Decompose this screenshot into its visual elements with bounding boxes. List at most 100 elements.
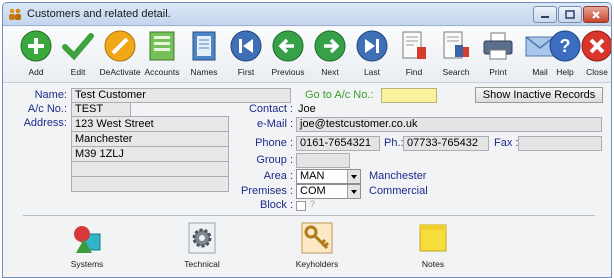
- last-record-icon: [356, 30, 388, 62]
- premises-name: Commercial: [369, 185, 428, 197]
- name-field[interactable]: Test Customer: [71, 88, 291, 103]
- technical-label: Technical: [184, 259, 220, 269]
- maximize-icon: [565, 10, 575, 19]
- address-box: 123 West Street Manchester M39 1ZLJ: [71, 116, 229, 192]
- first-record-icon: [230, 30, 262, 62]
- show-inactive-button[interactable]: Show Inactive Records: [475, 87, 603, 103]
- address-line-2[interactable]: Manchester: [71, 131, 229, 147]
- title-bar: Customers and related detail.: [3, 3, 611, 26]
- printer-icon: [483, 32, 513, 60]
- window-title: Customers and related detail.: [27, 8, 171, 20]
- minimize-icon: [541, 15, 549, 18]
- systems-shapes-icon: [74, 226, 101, 253]
- next-record-icon: [314, 30, 346, 62]
- ph-field[interactable]: 07733-765432: [403, 136, 489, 151]
- acno-field[interactable]: TEST: [71, 102, 131, 117]
- search-icon: [443, 31, 469, 59]
- phone-label: Phone :: [255, 137, 293, 149]
- names-label: Names: [190, 67, 218, 77]
- edit-button[interactable]: Edit: [58, 29, 98, 81]
- area-name: Manchester: [369, 170, 427, 182]
- names-button[interactable]: Names: [184, 29, 224, 81]
- keyholders-button[interactable]: Keyholders: [285, 221, 349, 277]
- toolbar: Add Edit DeActivate Accounts Names First…: [3, 27, 611, 83]
- print-label: Print: [489, 67, 507, 77]
- last-label: Last: [363, 67, 381, 77]
- fax-label: Fax :: [494, 137, 519, 149]
- find-icon: [402, 31, 426, 59]
- sticky-note-icon: [419, 224, 447, 252]
- keyholders-label: Keyholders: [295, 259, 339, 269]
- related-buttons: Systems Technical Keyholders Notes: [3, 217, 611, 277]
- accounts-button[interactable]: Accounts: [142, 29, 182, 81]
- previous-button[interactable]: Previous: [268, 29, 308, 81]
- ph-label: Ph.:: [384, 137, 404, 149]
- minimize-button[interactable]: [533, 6, 557, 23]
- help-label: Help: [556, 67, 574, 77]
- area-label: Area :: [263, 170, 293, 182]
- notebook-icon: [192, 31, 216, 61]
- accounts-label: Accounts: [144, 67, 180, 77]
- email-label: e-Mail :: [256, 118, 293, 130]
- next-button[interactable]: Next: [310, 29, 350, 81]
- goto-field[interactable]: [381, 88, 437, 103]
- address-line-5[interactable]: [71, 176, 229, 192]
- customers-window: Customers and related detail. Add Edit D…: [2, 2, 612, 278]
- email-field[interactable]: joe@testcustomer.co.uk: [296, 117, 602, 132]
- first-label: First: [237, 67, 255, 77]
- group-label: Group :: [256, 154, 293, 166]
- address-line-1[interactable]: 123 West Street: [71, 116, 229, 132]
- close-button[interactable]: Close: [577, 29, 611, 81]
- add-button[interactable]: Add: [16, 29, 56, 81]
- address-line-3[interactable]: M39 1ZLJ: [71, 146, 229, 162]
- first-button[interactable]: First: [226, 29, 266, 81]
- name-label: Name:: [34, 89, 67, 101]
- contact-label: Contact :: [248, 103, 293, 115]
- deactivate-button[interactable]: DeActivate: [99, 29, 141, 81]
- premises-code: COM: [300, 185, 326, 197]
- ledger-icon: [149, 31, 175, 61]
- close-icon: [592, 10, 600, 19]
- area-dropdown[interactable]: MAN: [296, 169, 361, 184]
- find-label: Find: [405, 67, 423, 77]
- svg-text:?: ?: [560, 36, 571, 56]
- previous-label: Previous: [271, 67, 305, 77]
- deactivate-icon: [104, 30, 136, 62]
- edit-label: Edit: [70, 67, 86, 77]
- address-line-4[interactable]: [71, 161, 229, 177]
- address-label: Address:: [23, 117, 67, 129]
- checkmark-icon: [62, 33, 94, 61]
- systems-button[interactable]: Systems: [55, 221, 119, 277]
- deactivate-label: DeActivate: [99, 67, 141, 77]
- find-button[interactable]: Find: [394, 29, 434, 81]
- keys-icon: [301, 222, 333, 254]
- add-icon: [20, 30, 52, 62]
- close-label: Close: [586, 67, 608, 77]
- search-label: Search: [442, 67, 470, 77]
- chevron-down-icon[interactable]: [347, 185, 360, 198]
- window-close-button[interactable]: [583, 6, 609, 23]
- print-button[interactable]: Print: [478, 29, 518, 81]
- gear-icon: [188, 222, 216, 254]
- block-hint: ?: [310, 199, 316, 209]
- block-label: Block :: [259, 199, 293, 211]
- chevron-down-icon[interactable]: [347, 170, 360, 183]
- fax-field[interactable]: [518, 136, 602, 151]
- search-button[interactable]: Search: [436, 29, 476, 81]
- notes-button[interactable]: Notes: [401, 221, 465, 277]
- notes-label: Notes: [421, 259, 445, 269]
- phone-field[interactable]: 0161-7654321: [296, 136, 380, 151]
- previous-record-icon: [272, 30, 304, 62]
- add-label: Add: [28, 67, 44, 77]
- premises-label: Premises :: [241, 185, 293, 197]
- block-checkbox[interactable]: [296, 201, 306, 211]
- maximize-button[interactable]: [558, 6, 582, 23]
- premises-dropdown[interactable]: COM: [296, 184, 361, 199]
- area-code: MAN: [300, 170, 325, 182]
- systems-label: Systems: [70, 259, 104, 269]
- contact-value[interactable]: Joe: [298, 103, 316, 115]
- last-button[interactable]: Last: [352, 29, 392, 81]
- acno-label: A/c No.:: [27, 103, 67, 115]
- technical-button[interactable]: Technical: [170, 221, 234, 277]
- group-field[interactable]: [296, 153, 350, 168]
